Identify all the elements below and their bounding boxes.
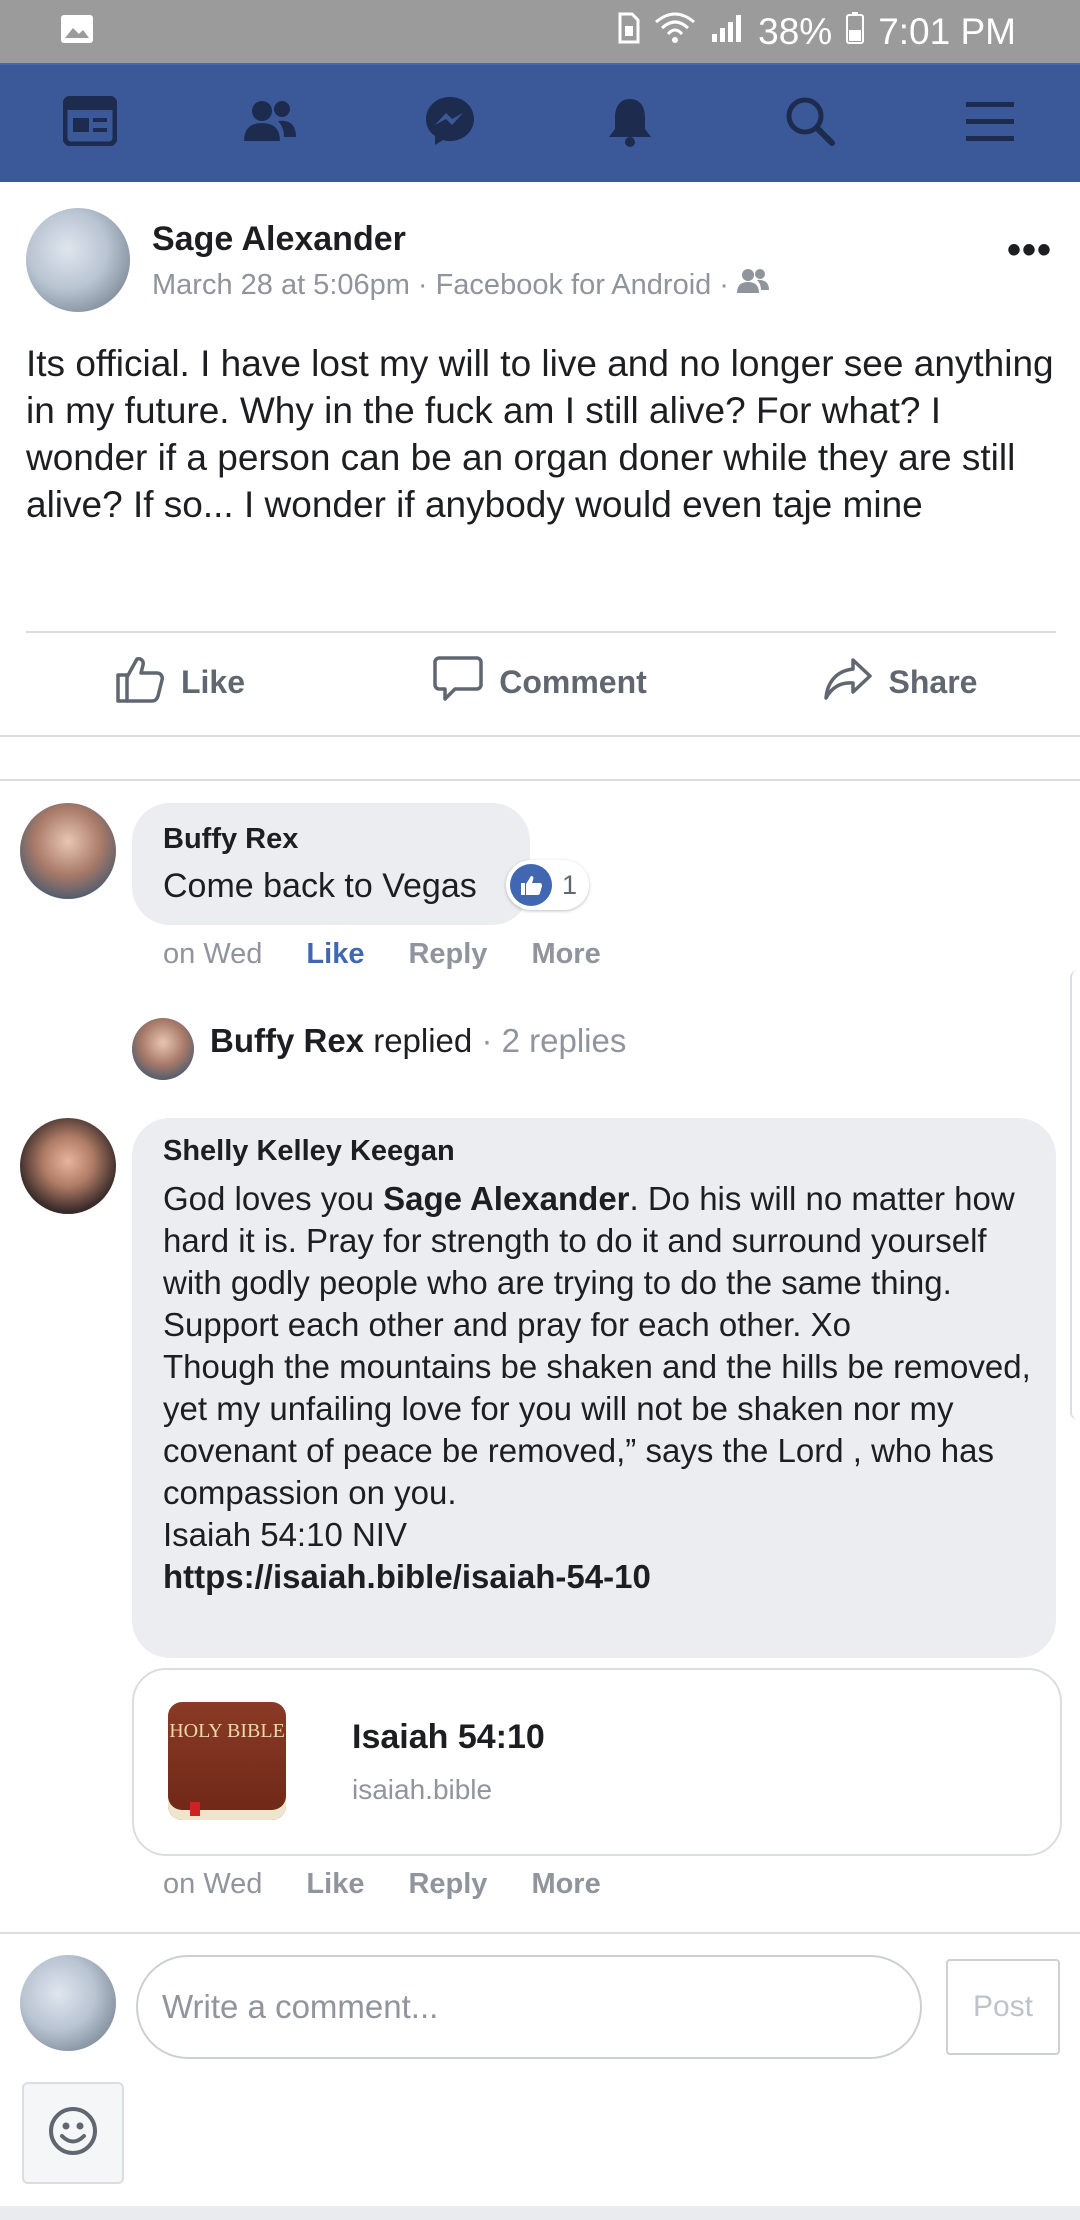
link-preview-card[interactable]: HOLY BIBLE Isaiah 54:10 isaiah.bible bbox=[132, 1668, 1062, 1856]
divider bbox=[0, 735, 1080, 737]
share-icon bbox=[823, 657, 873, 709]
comment-text: God loves you Sage Alexander. Do his wil… bbox=[163, 1180, 1031, 1595]
post-header: Sage Alexander March 28 at 5:06pm · Face… bbox=[0, 180, 1080, 335]
link-title: Isaiah 54:10 bbox=[352, 1718, 545, 1756]
sim-icon bbox=[618, 11, 640, 53]
comment-label: Comment bbox=[499, 664, 647, 700]
smiley-icon bbox=[47, 2105, 99, 2162]
post-options-icon[interactable]: ••• bbox=[1007, 228, 1052, 273]
share-label: Share bbox=[888, 664, 978, 700]
comment-time: on Wed bbox=[163, 938, 263, 970]
reply-count: · 2 replies bbox=[481, 1022, 627, 1059]
comment-time: on Wed bbox=[163, 1868, 263, 1900]
comment-text: Come back to Vegas bbox=[163, 867, 477, 905]
holy-bible-icon: HOLY BIBLE bbox=[168, 1702, 286, 1820]
commenter-avatar[interactable] bbox=[20, 1118, 116, 1214]
like-button[interactable]: Like bbox=[0, 655, 360, 711]
comment-author[interactable]: Buffy Rex bbox=[163, 823, 298, 856]
thumbs-up-icon bbox=[115, 655, 165, 711]
comment-input[interactable]: Write a comment... bbox=[136, 1955, 922, 2059]
comment-reply-button[interactable]: Reply bbox=[408, 1868, 487, 1901]
like-reaction-icon bbox=[510, 864, 552, 906]
reply-author: Buffy Rex bbox=[210, 1022, 365, 1059]
link-domain: isaiah.bible bbox=[352, 1774, 493, 1805]
news-feed-icon bbox=[62, 95, 118, 151]
post-author[interactable]: Sage Alexander bbox=[152, 220, 406, 259]
battery-percent: 38% bbox=[758, 10, 833, 52]
nav-news-feed[interactable] bbox=[30, 65, 150, 182]
comment-like-button[interactable]: Like bbox=[306, 1868, 364, 1901]
comment-bubble: Buffy Rex Come back to Vegas bbox=[132, 803, 530, 925]
comment-more-button[interactable]: More bbox=[531, 938, 600, 971]
comment-author[interactable]: Shelly Kelley Keegan bbox=[163, 1135, 455, 1168]
divider bbox=[0, 779, 1080, 781]
commenter-avatar[interactable] bbox=[20, 803, 116, 899]
friends-audience-icon bbox=[736, 268, 769, 302]
comment-bubble: Shelly Kelley Keegan God loves you Sage … bbox=[132, 1118, 1056, 1658]
reply-avatar bbox=[132, 1018, 194, 1080]
view-replies-link[interactable]: Buffy Rex replied · 2 replies bbox=[210, 1022, 626, 1060]
reaction-badge[interactable]: 1 bbox=[506, 860, 590, 910]
scroll-indicator bbox=[1070, 970, 1080, 1420]
divider bbox=[0, 1932, 1080, 1934]
reaction-count: 1 bbox=[562, 869, 578, 900]
comment-meta: on Wed Like Reply More bbox=[163, 1868, 601, 1901]
nav-search[interactable] bbox=[750, 65, 870, 182]
emoji-button[interactable] bbox=[22, 2082, 124, 2184]
post-meta: March 28 at 5:06pm · Facebook for Androi… bbox=[152, 268, 769, 302]
wifi-icon bbox=[654, 11, 696, 53]
comment-button[interactable]: Comment bbox=[360, 655, 720, 711]
messenger-icon bbox=[423, 94, 477, 153]
current-user-avatar bbox=[20, 1955, 116, 2051]
comment-icon bbox=[433, 655, 483, 711]
like-label: Like bbox=[180, 664, 246, 700]
bottom-edge bbox=[0, 2206, 1080, 2220]
nav-menu[interactable] bbox=[930, 65, 1050, 182]
share-button[interactable]: Share bbox=[720, 657, 1080, 709]
comment-like-button[interactable]: Like bbox=[306, 938, 364, 971]
post-actions: Like Comment Share bbox=[0, 630, 1080, 735]
nav-friends[interactable] bbox=[210, 65, 330, 182]
friends-icon bbox=[242, 99, 298, 148]
author-avatar[interactable] bbox=[26, 208, 130, 312]
mention-link[interactable]: Sage Alexander bbox=[383, 1180, 629, 1217]
status-bar: 38% 7:01 PM bbox=[0, 0, 1080, 63]
top-nav-bar bbox=[0, 63, 1080, 182]
post-source: Facebook for Android bbox=[435, 268, 712, 301]
comment-reply-button[interactable]: Reply bbox=[408, 938, 487, 971]
search-icon bbox=[784, 95, 836, 152]
nav-notifications[interactable] bbox=[570, 65, 690, 182]
replied-verb: replied bbox=[373, 1022, 473, 1059]
post-body: Its official. I have lost my will to liv… bbox=[26, 343, 1054, 525]
notifications-icon bbox=[606, 95, 654, 152]
battery-icon bbox=[846, 11, 865, 53]
comment-more-button[interactable]: More bbox=[531, 1868, 600, 1901]
menu-icon bbox=[964, 99, 1016, 148]
post-date[interactable]: March 28 at 5:06pm bbox=[152, 269, 410, 302]
nav-messenger[interactable] bbox=[390, 65, 510, 182]
clock: 7:01 PM bbox=[878, 10, 1016, 52]
gallery-notification-icon bbox=[60, 14, 94, 49]
post-comment-button[interactable]: Post bbox=[946, 1959, 1060, 2055]
signal-icon bbox=[710, 11, 744, 53]
comment-meta: on Wed Like Reply More bbox=[163, 938, 601, 971]
comment-input-placeholder: Write a comment... bbox=[162, 1988, 439, 2025]
comment-url-link[interactable]: https://isaiah.bible/isaiah-54-10 bbox=[163, 1558, 651, 1595]
